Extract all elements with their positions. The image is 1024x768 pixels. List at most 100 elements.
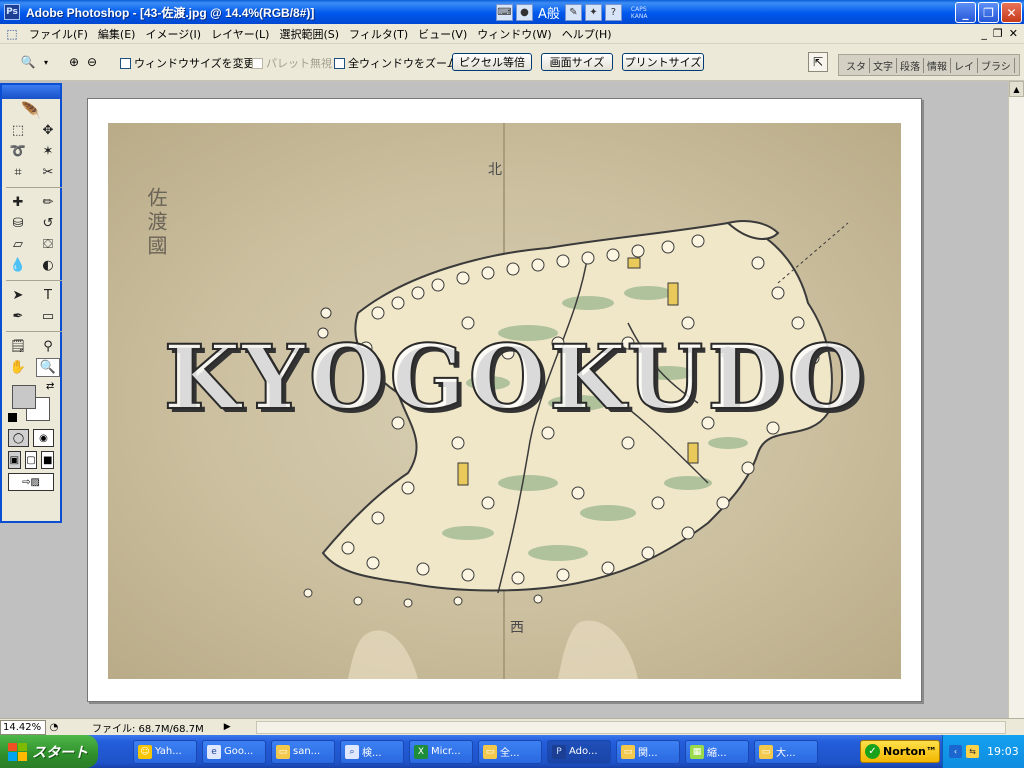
tray-network-icon[interactable]: ⇆ — [966, 745, 979, 758]
task-label: Goo... — [224, 746, 254, 757]
tray-back-icon[interactable]: ‹ — [949, 745, 962, 758]
ime-mode-icon[interactable]: ● — [516, 4, 533, 21]
title-bar[interactable]: Ps Adobe Photoshop - [43-佐渡.jpg @ 14.4%(… — [0, 0, 1024, 24]
slice-tool-icon[interactable]: ✂ — [36, 163, 60, 182]
palette-tab-character[interactable]: 文字 — [870, 57, 897, 73]
fit-screen-button[interactable]: 画面サイズ — [541, 53, 613, 71]
standard-screen-icon[interactable]: ▣ — [8, 451, 21, 469]
crop-tool-icon[interactable]: ⌗ — [6, 163, 30, 182]
actual-pixels-button[interactable]: ピクセル等倍 — [452, 53, 532, 71]
restore-button[interactable]: ❐ — [978, 2, 999, 23]
toolbox-title-bar[interactable] — [2, 85, 60, 99]
task-google[interactable]: e Goo... — [202, 739, 266, 764]
image-tool-icon: ▦ — [690, 744, 704, 759]
norton-button[interactable]: ✓ Norton™ — [860, 740, 940, 763]
default-colors-icon[interactable] — [8, 413, 17, 422]
vertical-scrollbar[interactable]: ▲ — [1008, 81, 1024, 718]
hand-tool-icon[interactable]: ✋ — [6, 358, 30, 377]
clock[interactable]: 19:03 — [987, 745, 1019, 758]
task-photoshop[interactable]: P Ado... — [547, 739, 611, 764]
close-button[interactable]: ✕ — [1001, 2, 1022, 23]
palette-tab-paragraph[interactable]: 段落 — [897, 57, 924, 73]
marquee-tool-icon[interactable]: ⬚ — [6, 121, 30, 140]
menu-file[interactable]: ファイル(F) — [24, 26, 93, 42]
status-menu-arrow-icon[interactable]: ▶ — [224, 722, 231, 732]
preset-dropdown-icon[interactable]: ▾ — [38, 54, 54, 70]
menu-filter[interactable]: フィルタ(T) — [344, 26, 413, 42]
full-screen-menu-icon[interactable]: ▢ — [24, 451, 38, 469]
zoom-in-icon[interactable]: ⊕ — [66, 54, 82, 70]
task-folder-kan[interactable]: ▭ 関... — [616, 739, 680, 764]
task-folder-all[interactable]: ▭ 全... — [478, 739, 542, 764]
eyedropper-tool-icon[interactable]: ⚲ — [36, 337, 60, 356]
eraser-tool-icon[interactable]: ▱ — [6, 235, 30, 254]
palette-tab-styles[interactable]: スタ — [843, 57, 870, 73]
menu-edit[interactable]: 編集(E) — [93, 26, 141, 42]
full-screen-icon[interactable]: ■ — [41, 451, 55, 469]
zoom-tool-preset-icon[interactable]: 🔍 — [20, 54, 36, 70]
doc-restore-button[interactable]: ❐ — [993, 27, 1003, 40]
task-shrink[interactable]: ▦ 縮... — [685, 739, 749, 764]
minimize-button[interactable]: _ — [955, 2, 976, 23]
print-size-button[interactable]: プリントサイズ — [622, 53, 704, 71]
foreground-color-swatch[interactable] — [12, 385, 36, 409]
paint-bucket-tool-icon[interactable]: ⛋ — [36, 235, 60, 254]
pen-tool-icon[interactable]: ✒ — [6, 307, 30, 326]
ime-input-mode[interactable]: A般 — [538, 3, 560, 22]
task-yahoo[interactable]: ☺ Yah... — [133, 739, 197, 764]
task-search[interactable]: ⌕ 検... — [340, 739, 404, 764]
feather-logo-icon[interactable]: 🪶 — [2, 99, 60, 121]
blur-tool-icon[interactable]: 💧 — [6, 256, 30, 275]
magic-wand-tool-icon[interactable]: ✶ — [36, 142, 60, 161]
photoshop-app-icon[interactable]: Ps — [4, 4, 20, 20]
notes-tool-icon[interactable]: 🗒 — [6, 337, 30, 356]
quick-mask-mode-icon[interactable]: ◉ — [33, 429, 54, 447]
swap-colors-icon[interactable]: ⇄ — [46, 381, 54, 392]
folder-icon: ▭ — [621, 744, 635, 759]
task-folder-dai[interactable]: ▭ 大... — [754, 739, 818, 764]
palette-tab-brushes[interactable]: ブラシ — [978, 57, 1015, 73]
menu-layer[interactable]: レイヤー(L) — [206, 26, 274, 42]
ime-pad-icon[interactable]: ✎ — [564, 4, 582, 21]
clone-stamp-tool-icon[interactable]: ⛁ — [6, 214, 30, 233]
ime-tools-icon[interactable]: ✦ — [584, 4, 602, 21]
zoom-all-option[interactable]: 全ウィンドウをズーム — [334, 55, 458, 71]
task-microsoft[interactable]: X Micr... — [409, 739, 473, 764]
ime-help-icon[interactable]: ? — [604, 4, 622, 21]
scroll-up-icon[interactable]: ▲ — [1009, 81, 1024, 97]
status-info-icon[interactable]: ◔ — [46, 722, 62, 733]
resize-windows-option[interactable]: ウィンドウサイズを変更 — [120, 55, 255, 71]
zoom-all-checkbox[interactable] — [334, 57, 345, 69]
file-browser-icon[interactable]: ⇱ — [808, 52, 828, 72]
palette-tab-layers[interactable]: レイ — [951, 57, 978, 73]
brush-tool-icon[interactable]: ✏ — [36, 193, 60, 212]
start-button[interactable]: スタート — [0, 735, 98, 768]
zoom-out-icon[interactable]: ⊖ — [84, 54, 100, 70]
doc-minimize-button[interactable]: _ — [981, 27, 987, 40]
zoom-tool-icon[interactable]: 🔍 — [36, 358, 60, 377]
dodge-tool-icon[interactable]: ◐ — [36, 256, 60, 275]
menu-select[interactable]: 選択範囲(S) — [274, 26, 344, 42]
type-tool-icon[interactable]: T — [36, 286, 60, 305]
doc-close-button[interactable]: ✕ — [1009, 27, 1018, 40]
task-folder-san[interactable]: ▭ san... — [271, 739, 335, 764]
standard-mode-icon[interactable]: ◯ — [8, 429, 29, 447]
document-menu-icon[interactable]: ⬚ — [4, 26, 20, 42]
palette-well: スタ 文字 段落 情報 レイ ブラシ — [838, 54, 1020, 76]
path-selection-tool-icon[interactable]: ➤ — [6, 286, 30, 305]
menu-window[interactable]: ウィンドウ(W) — [472, 26, 556, 42]
menu-image[interactable]: イメージ(I) — [140, 26, 206, 42]
zoom-level-field[interactable]: 14.42% — [0, 719, 46, 735]
healing-brush-tool-icon[interactable]: ✚ — [6, 193, 30, 212]
menu-help[interactable]: ヘルプ(H) — [557, 26, 617, 42]
rectangle-tool-icon[interactable]: ▭ — [36, 307, 60, 326]
lasso-tool-icon[interactable]: ➰ — [6, 142, 30, 161]
resize-windows-checkbox[interactable] — [120, 57, 131, 69]
history-brush-tool-icon[interactable]: ↺ — [36, 214, 60, 233]
menu-view[interactable]: ビュー(V) — [413, 26, 472, 42]
move-tool-icon[interactable]: ✥ — [36, 121, 60, 140]
keyboard-icon[interactable]: ⌨ — [496, 4, 513, 21]
horizontal-scrollbar[interactable] — [256, 721, 1006, 734]
palette-tab-info[interactable]: 情報 — [924, 57, 951, 73]
jump-to-imageready-icon[interactable]: ⇨▨ — [8, 473, 54, 491]
